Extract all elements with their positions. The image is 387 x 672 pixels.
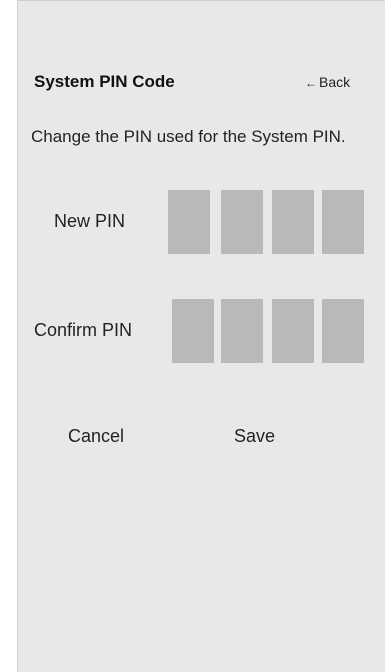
new-pin-label: New PIN [54,211,126,231]
confirm-pin-digit-3[interactable] [272,299,314,363]
new-pin-digit-3[interactable] [272,190,314,254]
pin-settings-panel: System PIN Code ← Back Change the PIN use… [17,0,385,672]
back-link[interactable]: ← Back [305,73,350,92]
confirm-pin-digit-1[interactable] [172,299,214,363]
new-pin-digit-4[interactable] [322,190,364,254]
new-pin-digit-2[interactable] [221,190,263,254]
page-title: System PIN Code [34,72,175,91]
new-pin-digit-1[interactable] [168,190,210,254]
save-button[interactable]: Save [234,425,275,447]
back-arrow-icon: ← [305,76,317,90]
back-label: Back [319,74,351,90]
description-text: Change the PIN used for the System PIN. [31,127,346,146]
confirm-pin-digit-2[interactable] [221,299,263,363]
confirm-pin-digit-4[interactable] [322,299,364,363]
confirm-pin-label: Confirm PIN [34,320,133,340]
cancel-button[interactable]: Cancel [68,425,124,447]
